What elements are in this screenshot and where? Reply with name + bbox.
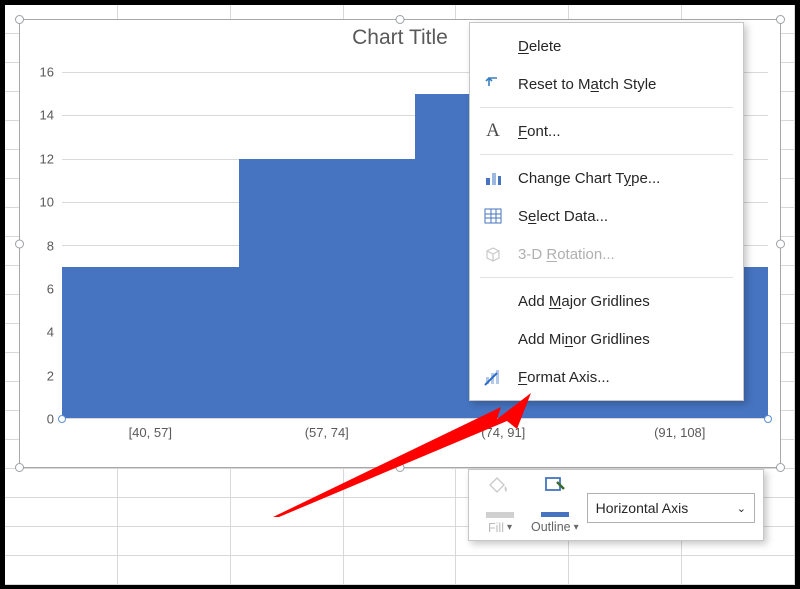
resize-handle[interactable] — [396, 15, 405, 24]
fill-button: Fill▾ — [477, 476, 523, 535]
blank-icon — [482, 328, 504, 350]
histogram-bin[interactable] — [62, 267, 239, 418]
outline-label: Outline — [531, 520, 571, 534]
y-tick-label: 4 — [22, 325, 54, 340]
y-tick-label: 10 — [22, 195, 54, 210]
context-menu: Delete Reset to Match Style A Font... Ch… — [469, 22, 744, 401]
menu-label: Delete — [518, 38, 561, 55]
histogram-bin[interactable] — [239, 159, 416, 419]
menu-label: Change Chart Type... — [518, 170, 660, 187]
chart-element-selector[interactable]: Horizontal Axis ⌄ — [587, 493, 755, 523]
fill-icon — [489, 476, 511, 494]
menu-change-chart-type[interactable]: Change Chart Type... — [470, 159, 743, 197]
menu-format-axis[interactable]: Format Axis... — [470, 358, 743, 396]
y-tick-label: 14 — [22, 108, 54, 123]
outline-icon — [544, 476, 566, 494]
x-axis[interactable]: [40, 57] (57, 74] (74, 91] (91, 108] — [62, 419, 768, 447]
y-tick-label: 16 — [22, 65, 54, 80]
y-tick-label: 6 — [22, 281, 54, 296]
select-data-icon — [482, 205, 504, 227]
format-axis-icon — [482, 366, 504, 388]
menu-add-major-gridlines[interactable]: Add Major Gridlines — [470, 282, 743, 320]
font-icon: A — [482, 120, 504, 142]
menu-3d-rotation: 3-D Rotation... — [470, 235, 743, 273]
menu-reset-match-style[interactable]: Reset to Match Style — [470, 65, 743, 103]
y-tick-label: 8 — [22, 238, 54, 253]
axis-selection-handle[interactable] — [58, 415, 66, 423]
blank-icon — [482, 35, 504, 57]
menu-delete[interactable]: Delete — [470, 27, 743, 65]
outline-button[interactable]: Outline▾ — [531, 476, 579, 534]
y-tick-label: 0 — [22, 412, 54, 427]
chart-type-icon — [482, 167, 504, 189]
y-tick-label: 2 — [22, 368, 54, 383]
y-tick-label: 12 — [22, 151, 54, 166]
menu-label: Format Axis... — [518, 369, 610, 386]
chevron-down-icon: ⌄ — [737, 502, 746, 515]
menu-label: Reset to Match Style — [518, 76, 656, 93]
menu-select-data[interactable]: Select Data... — [470, 197, 743, 235]
menu-label: 3-D Rotation... — [518, 246, 615, 263]
rotation-icon — [482, 243, 504, 265]
fill-label: Fill — [488, 521, 504, 535]
x-tick-label: [40, 57] — [129, 425, 172, 440]
reset-icon — [482, 73, 504, 95]
menu-label: Add Minor Gridlines — [518, 331, 650, 348]
menu-label: Add Major Gridlines — [518, 293, 650, 310]
y-axis[interactable]: 0246810121416 — [22, 72, 60, 419]
resize-handle[interactable] — [776, 239, 785, 248]
axis-selection-handle[interactable] — [764, 415, 772, 423]
menu-label: Select Data... — [518, 208, 608, 225]
menu-add-minor-gridlines[interactable]: Add Minor Gridlines — [470, 320, 743, 358]
x-tick-label: (74, 91] — [481, 425, 525, 440]
x-tick-label: (57, 74] — [305, 425, 349, 440]
blank-icon — [482, 290, 504, 312]
menu-label: Font... — [518, 123, 561, 140]
resize-handle[interactable] — [15, 15, 24, 24]
selector-value: Horizontal Axis — [596, 500, 689, 516]
mini-toolbar: Fill▾ Outline▾ Horizontal Axis ⌄ — [468, 469, 764, 541]
resize-handle[interactable] — [776, 15, 785, 24]
x-tick-label: (91, 108] — [654, 425, 705, 440]
resize-handle[interactable] — [396, 463, 405, 472]
menu-font[interactable]: A Font... — [470, 112, 743, 150]
resize-handle[interactable] — [776, 463, 785, 472]
resize-handle[interactable] — [15, 463, 24, 472]
